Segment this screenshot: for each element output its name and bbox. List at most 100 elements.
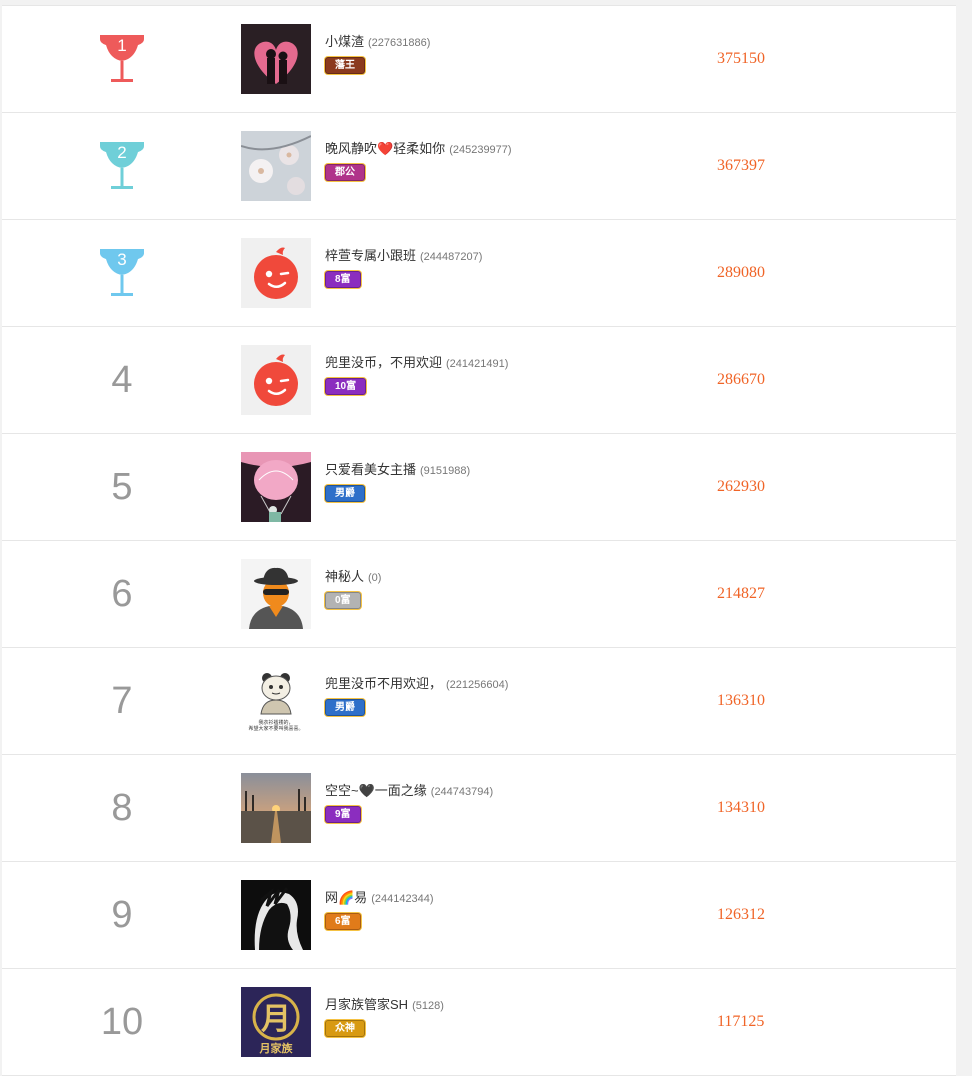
score-value: 367397 <box>717 157 765 174</box>
rank-cell: 6 <box>92 563 152 625</box>
user-info: 月家族管家SH (5128) 众神 <box>325 994 444 1037</box>
sunset-avatar[interactable] <box>241 773 311 843</box>
level-badge: 9富 <box>325 806 361 823</box>
rank-number: 7 <box>111 679 133 722</box>
mystery-man-avatar[interactable] <box>241 559 311 629</box>
svg-text:月家族: 月家族 <box>259 1041 294 1055</box>
level-badge: 郡公 <box>325 164 365 181</box>
ranking-row: 7 我衣衫褴褛的， 希望大家不要叫我喜喜。 兜里没币不用欢迎， (221256604) 男… <box>2 648 956 755</box>
user-name-line: 兜里没币不用欢迎， (221256604) <box>325 673 508 692</box>
level-badge: 8富 <box>325 271 361 288</box>
rank-number: 9 <box>111 893 133 936</box>
user-info: 兜里没币，不用欢迎 (241421491) 10富 <box>325 352 508 395</box>
svg-text:月: 月 <box>261 1002 291 1037</box>
user-id: (244142344) <box>371 893 434 905</box>
ranking-row: 8 空空~🖤一面之缘 (244743794) 9富 134310 <box>2 755 956 862</box>
user-name[interactable]: 神秘人 <box>325 569 364 584</box>
level-badge: 众神 <box>325 1020 365 1037</box>
user-name[interactable]: 小煤渣 <box>325 34 364 49</box>
score-value: 289080 <box>717 264 765 281</box>
user-info: 兜里没币不用欢迎， (221256604) 男爵 <box>325 673 508 716</box>
dark-silhouette-avatar[interactable] <box>241 880 311 950</box>
score-value: 136310 <box>717 692 765 709</box>
user-name-line: 只爱看美女主播 (9151988) <box>325 459 470 478</box>
level-badge: 10富 <box>325 378 367 395</box>
score-value: 214827 <box>717 585 765 602</box>
user-info: 神秘人 (0) 0富 <box>325 566 381 609</box>
score-value: 117125 <box>717 1013 765 1030</box>
rank-number: 8 <box>111 786 133 829</box>
user-id: (244743794) <box>430 786 494 798</box>
user-name-line: 晚风静吹❤️轻柔如你 (245239977) <box>325 138 512 157</box>
user-info: 只爱看美女主播 (9151988) 男爵 <box>325 459 470 502</box>
ranking-row: 6 神秘人 (0) 0富 214827 <box>2 541 956 648</box>
rank-cell: 9 <box>92 884 152 946</box>
user-id: (244487207) <box>420 251 483 263</box>
svg-text:希望大家不要叫我喜喜。: 希望大家不要叫我喜喜。 <box>248 725 303 732</box>
panda-meme-avatar[interactable]: 我衣衫褴褛的， 希望大家不要叫我喜喜。 <box>241 666 311 736</box>
user-name[interactable]: 月家族管家SH <box>325 997 408 1012</box>
level-badge: 0富 <box>325 592 361 609</box>
user-name-line: 空空~🖤一面之缘 (244743794) <box>325 780 493 799</box>
user-name-line: 梓萱专属小跟班 (244487207) <box>325 245 482 264</box>
user-id: (227631886) <box>368 37 431 49</box>
rank-number: 4 <box>111 358 133 401</box>
user-info: 小煤渣 (227631886) 藩王 <box>325 31 430 74</box>
level-badge: 藩王 <box>325 57 365 74</box>
rank-number: 1 <box>117 36 127 55</box>
user-name[interactable]: 梓萱专属小跟班 <box>325 248 416 263</box>
user-info: 晚风静吹❤️轻柔如你 (245239977) 郡公 <box>325 138 512 181</box>
score-value: 262930 <box>717 478 765 495</box>
rank-number: 10 <box>100 1000 144 1043</box>
ranking-row: 5 只爱看美女主播 (9151988) 男爵 262930 <box>2 434 956 541</box>
rank-cell: 10 <box>92 991 152 1053</box>
default-face-avatar[interactable] <box>241 238 311 308</box>
user-id: (221256604) <box>446 679 509 691</box>
level-badge: 6富 <box>325 913 361 930</box>
scrollbar[interactable] <box>956 0 972 1074</box>
score-value: 126312 <box>717 906 765 923</box>
rank-cell: 7 <box>92 670 152 732</box>
ranking-list: 1 小煤渣 (227631886) 藩王 375150 2 晚风静吹❤️轻柔如你 (24523… <box>2 5 956 1076</box>
user-id: (245239977) <box>449 144 512 156</box>
level-badge: 男爵 <box>325 485 365 502</box>
couple-heart-avatar[interactable] <box>241 24 311 94</box>
ranking-row: 10 月月家族 月家族管家SH (5128) 众神 117125 <box>2 969 956 1076</box>
user-name[interactable]: 晚风静吹❤️轻柔如你 <box>325 141 445 156</box>
default-face-avatar[interactable] <box>241 345 311 415</box>
rank-number: 3 <box>117 250 127 269</box>
user-name[interactable]: 空空~🖤一面之缘 <box>325 783 427 798</box>
moon-family-avatar[interactable]: 月月家族 <box>241 987 311 1057</box>
rank-number: 5 <box>111 465 133 508</box>
score-value: 375150 <box>717 50 765 67</box>
user-id: (5128) <box>412 1000 444 1012</box>
user-name[interactable]: 只爱看美女主播 <box>325 462 416 477</box>
blossom-avatar[interactable] <box>241 131 311 201</box>
user-name[interactable]: 兜里没币，不用欢迎 <box>325 355 442 370</box>
user-info: 空空~🖤一面之缘 (244743794) 9富 <box>325 780 493 823</box>
user-name-line: 月家族管家SH (5128) <box>325 994 444 1013</box>
rank-number: 6 <box>111 572 133 615</box>
svg-text:我衣衫褴褛的，: 我衣衫褴褛的， <box>258 719 293 726</box>
ranking-row: 2 晚风静吹❤️轻柔如你 (245239977) 郡公 367397 <box>2 113 956 220</box>
user-name-line: 神秘人 (0) <box>325 566 381 585</box>
trophy-icon: 3 <box>94 245 150 301</box>
user-name[interactable]: 兜里没币不用欢迎， <box>325 676 442 691</box>
user-name[interactable]: 网🌈易 <box>325 890 367 905</box>
user-name-line: 网🌈易 (244142344) <box>325 887 434 906</box>
balloon-avatar[interactable] <box>241 452 311 522</box>
user-info: 梓萱专属小跟班 (244487207) 8富 <box>325 245 482 288</box>
score-value: 286670 <box>717 371 765 388</box>
user-info: 网🌈易 (244142344) 6富 <box>325 887 434 930</box>
rank-cell: 3 <box>92 242 152 304</box>
ranking-row: 9 网🌈易 (244142344) 6富 126312 <box>2 862 956 969</box>
score-value: 134310 <box>717 799 765 816</box>
user-name-line: 小煤渣 (227631886) <box>325 31 430 50</box>
user-name-line: 兜里没币，不用欢迎 (241421491) <box>325 352 508 371</box>
user-id: (241421491) <box>446 358 509 370</box>
ranking-row: 3 梓萱专属小跟班 (244487207) 8富 289080 <box>2 220 956 327</box>
user-id: (9151988) <box>420 465 471 477</box>
rank-cell: 2 <box>92 135 152 197</box>
rank-number: 2 <box>117 143 127 162</box>
trophy-icon: 1 <box>94 31 150 87</box>
